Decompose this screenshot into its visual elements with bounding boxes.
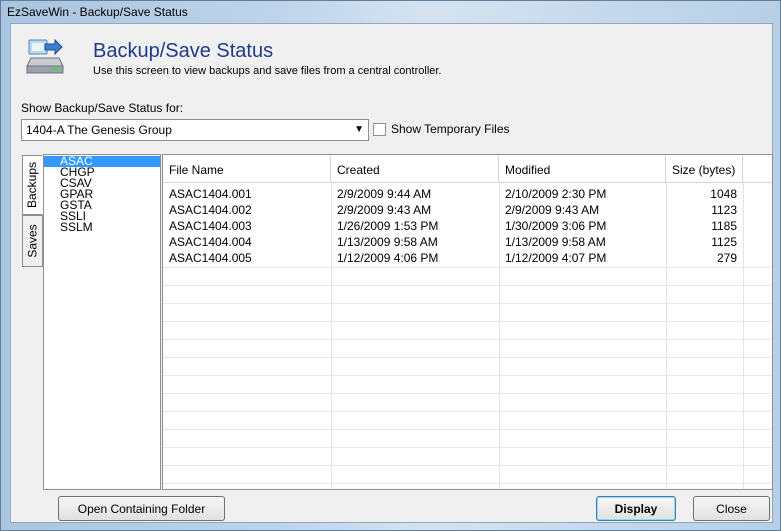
- column-modified[interactable]: Modified: [499, 155, 666, 183]
- cell-file-name: ASAC1404.001: [169, 187, 252, 201]
- table-row[interactable]: ASAC1404.003 1/26/2009 1:53 PM 1/30/2009 3…: [163, 218, 772, 234]
- display-button[interactable]: Display: [596, 496, 676, 521]
- column-size[interactable]: Size (bytes): [666, 155, 743, 183]
- controller-list[interactable]: ASAC CHGP CSAV GPAR GSTA SSLI SSLM: [43, 154, 161, 490]
- cell-modified: 1/12/2009 4:07 PM: [505, 251, 607, 265]
- cell-modified: 2/10/2009 2:30 PM: [505, 187, 607, 201]
- list-item[interactable]: SSLM: [44, 221, 160, 233]
- close-button[interactable]: Close: [693, 496, 770, 521]
- tab-saves[interactable]: Saves: [22, 215, 43, 267]
- window-title: EzSaveWin - Backup/Save Status: [7, 5, 188, 19]
- table-row[interactable]: ASAC1404.001 2/9/2009 9:44 AM 2/10/2009 2:…: [163, 186, 772, 202]
- row-divider: [163, 393, 772, 394]
- column-file-name[interactable]: File Name: [163, 155, 331, 183]
- table-row[interactable]: ASAC1404.005 1/12/2009 4:06 PM 1/12/2009 4…: [163, 250, 772, 266]
- cell-file-name: ASAC1404.002: [169, 203, 252, 217]
- cell-size: 1185: [711, 219, 737, 233]
- column-created[interactable]: Created: [331, 155, 499, 183]
- group-select[interactable]: 1404-A The Genesis Group ▼: [21, 119, 369, 141]
- cell-modified: 1/13/2009 9:58 AM: [505, 235, 606, 249]
- cell-size: 1125: [711, 235, 737, 249]
- cell-created: 1/26/2009 1:53 PM: [337, 219, 439, 233]
- cell-created: 1/13/2009 9:58 AM: [337, 235, 438, 249]
- page-title: Backup/Save Status: [93, 40, 274, 62]
- cell-size: 1123: [711, 203, 737, 217]
- dialog-body: Backup/Save Status Use this screen to vi…: [10, 23, 773, 523]
- tab-backups[interactable]: Backups: [22, 155, 43, 215]
- cell-modified: 2/9/2009 9:43 AM: [505, 203, 600, 217]
- row-divider: [163, 357, 772, 358]
- show-temp-files-label: Show Temporary Files: [391, 122, 510, 136]
- group-select-value: 1404-A The Genesis Group: [26, 123, 172, 137]
- cell-file-name: ASAC1404.004: [169, 235, 252, 249]
- page-subtitle: Use this screen to view backups and save…: [93, 65, 442, 77]
- cell-file-name: ASAC1404.005: [169, 251, 252, 265]
- row-divider: [163, 447, 772, 448]
- row-divider: [163, 321, 772, 322]
- chevron-down-icon[interactable]: ▼: [354, 124, 364, 135]
- row-divider: [163, 267, 772, 268]
- row-divider: [163, 285, 772, 286]
- row-divider: [163, 483, 772, 484]
- row-divider: [163, 465, 772, 466]
- cell-created: 2/9/2009 9:44 AM: [337, 187, 432, 201]
- status-for-label: Show Backup/Save Status for:: [21, 101, 184, 115]
- file-table[interactable]: File Name Created Modified Size (bytes) …: [162, 154, 773, 490]
- row-divider: [163, 411, 772, 412]
- show-temp-files-toggle[interactable]: Show Temporary Files: [373, 122, 510, 136]
- row-divider: [163, 375, 772, 376]
- open-containing-folder-button[interactable]: Open Containing Folder: [58, 496, 225, 521]
- table-header: File Name Created Modified Size (bytes): [163, 155, 772, 183]
- show-temp-files-checkbox[interactable]: [373, 122, 386, 136]
- backup-disk-icon: [25, 36, 65, 78]
- row-divider: [163, 303, 772, 304]
- table-row[interactable]: ASAC1404.002 2/9/2009 9:43 AM 2/9/2009 9:4…: [163, 202, 772, 218]
- row-divider: [163, 339, 772, 340]
- cell-file-name: ASAC1404.003: [169, 219, 252, 233]
- cell-modified: 1/30/2009 3:06 PM: [505, 219, 607, 233]
- app-window: EzSaveWin - Backup/Save Status Backup/Sa…: [0, 0, 781, 531]
- cell-created: 1/12/2009 4:06 PM: [337, 251, 439, 265]
- cell-size: 1048: [710, 187, 737, 201]
- table-row[interactable]: ASAC1404.004 1/13/2009 9:58 AM 1/13/2009 9…: [163, 234, 772, 250]
- cell-created: 2/9/2009 9:43 AM: [337, 203, 432, 217]
- cell-size: 279: [716, 251, 737, 265]
- row-divider: [163, 429, 772, 430]
